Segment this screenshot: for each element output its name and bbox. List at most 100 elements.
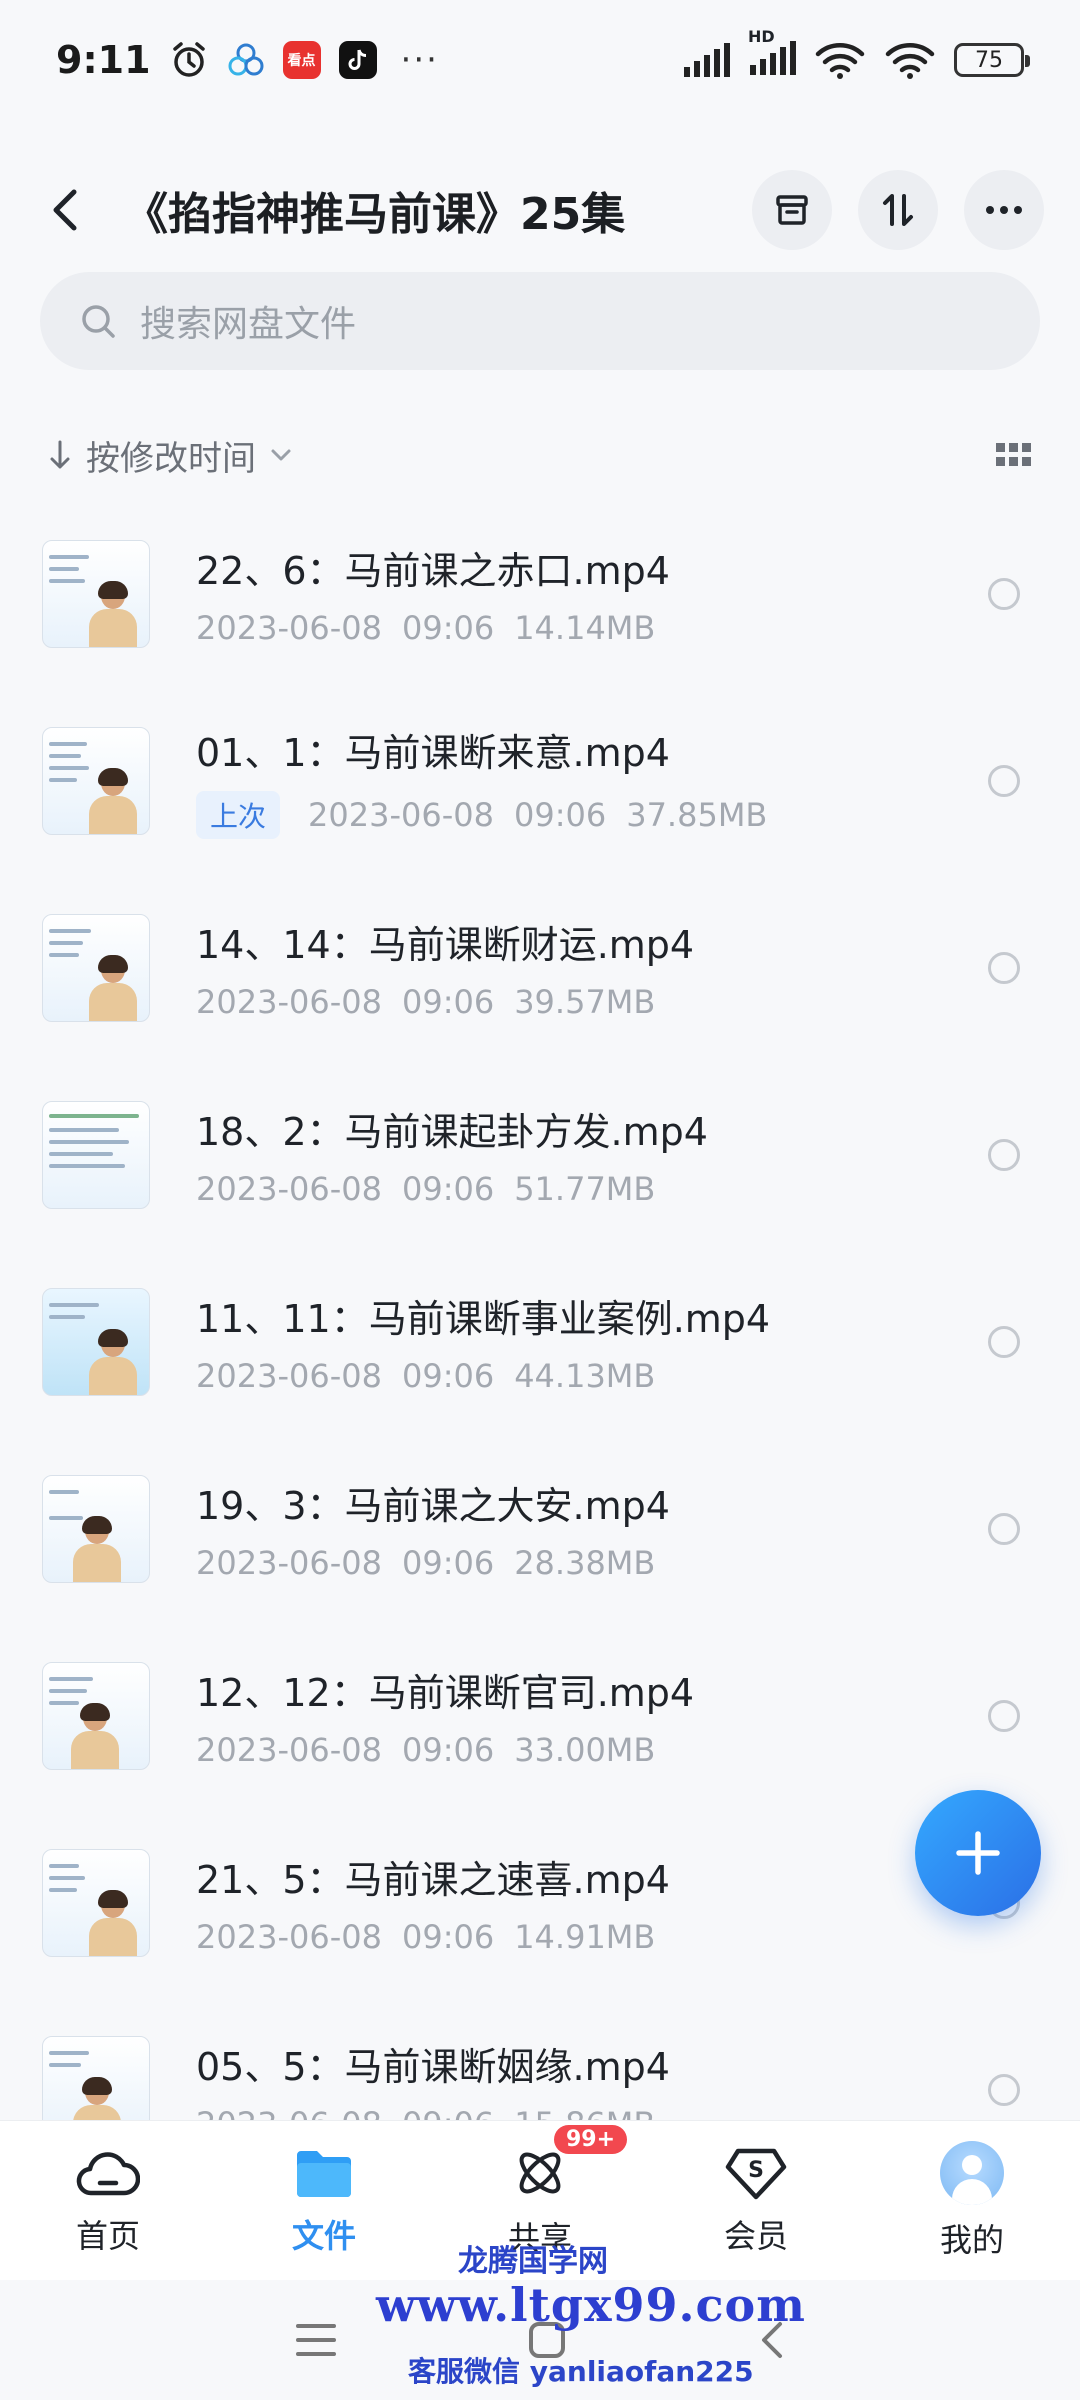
select-checkbox[interactable]: [988, 764, 1020, 797]
video-thumbnail: [42, 1100, 150, 1209]
file-date: 2023-06-08: [196, 1918, 382, 1956]
file-row[interactable]: 14、14：马前课断财运.mp4 2023-06-08 09:06 39.57M…: [0, 874, 1080, 1061]
archive-icon: [776, 195, 808, 225]
transfer-button[interactable]: [858, 170, 938, 250]
add-fab-button[interactable]: [915, 1790, 1041, 1916]
more-button[interactable]: [964, 170, 1044, 250]
watermark-contact: 客服微信 yanliaofan225: [408, 2355, 754, 2388]
select-checkbox[interactable]: [988, 1138, 1020, 1171]
nav-home-label: 首页: [75, 2216, 140, 2255]
chevron-left-icon: [53, 189, 77, 231]
file-row[interactable]: 12、12：马前课断官司.mp4 2023-06-08 09:06 33.00M…: [0, 1622, 1080, 1809]
transfer-icon: [883, 194, 913, 226]
nav-files-label: 文件: [291, 2216, 356, 2255]
file-time: 09:06: [401, 1918, 495, 1956]
tiktok-icon: [338, 41, 377, 79]
file-row[interactable]: 01、1：马前课断来意.mp4 上次 2023-06-08 09:06 37.8…: [0, 687, 1080, 874]
file-meta: 2023-06-08 09:06 28.38MB: [196, 1544, 670, 1582]
file-date: 2023-06-08: [196, 1544, 382, 1582]
news-app-icon: 看点: [282, 41, 321, 79]
file-meta: 2023-06-08 09:06 33.00MB: [196, 1731, 694, 1769]
file-size: 14.91MB: [514, 1918, 656, 1956]
file-time: 09:06: [401, 1544, 495, 1582]
alarm-icon: [172, 42, 205, 77]
archive-button[interactable]: [752, 170, 832, 250]
last-played-badge: 上次: [196, 791, 281, 839]
search-placeholder: 搜索网盘文件: [140, 304, 357, 345]
select-checkbox[interactable]: [988, 577, 1020, 610]
status-app-icons: 看点 ···: [169, 40, 439, 80]
file-size: 14.14MB: [514, 609, 656, 647]
video-thumbnail: [42, 1661, 150, 1770]
file-meta: 2023-06-08 09:06 39.57MB: [196, 983, 694, 1021]
video-thumbnail: [42, 2035, 150, 2120]
folder-icon: [297, 2150, 351, 2197]
battery-indicator: 75: [954, 43, 1030, 77]
nav-files[interactable]: 文件: [234, 2145, 414, 2257]
file-row[interactable]: 19、3：马前课之大安.mp4 2023-06-08 09:06 28.38MB: [0, 1435, 1080, 1622]
video-thumbnail: [42, 913, 150, 1022]
file-date: 2023-06-08: [196, 1170, 382, 1208]
file-row[interactable]: 18、2：马前课起卦方发.mp4 2023-06-08 09:06 51.77M…: [0, 1061, 1080, 1248]
select-checkbox[interactable]: [988, 951, 1020, 984]
file-date: 2023-06-08: [196, 983, 382, 1021]
file-date: 2023-06-08: [196, 1731, 382, 1769]
search-icon: [82, 305, 115, 338]
file-row[interactable]: 05、5：马前课断姻缘.mp4 2023-06-08 09:06 15.86MB: [0, 1996, 1080, 2120]
file-name: 05、5：马前课断姻缘.mp4: [196, 2045, 670, 2089]
grid-view-icon[interactable]: [996, 443, 1032, 467]
back-button[interactable]: [36, 180, 96, 240]
file-time: 09:06: [402, 2105, 494, 2120]
file-meta: 上次 2023-06-08 09:06 37.85MB: [196, 791, 767, 839]
file-size: 51.77MB: [514, 1170, 656, 1208]
file-time: 09:06: [401, 1170, 495, 1208]
avatar: [940, 2140, 1004, 2205]
video-thumbnail: [42, 1474, 150, 1583]
file-date: 2023-06-08: [308, 796, 494, 834]
select-checkbox[interactable]: [988, 2073, 1020, 2106]
network-label: HD: [748, 27, 775, 46]
file-meta: 2023-06-08 09:06 14.14MB: [196, 609, 670, 647]
file-time: 09:06: [401, 1357, 495, 1395]
status-time: 9:11: [56, 38, 151, 82]
file-row[interactable]: 22、6：马前课之赤口.mp4 2023-06-08 09:06 14.14MB: [0, 500, 1080, 687]
signal-icon-2: [750, 41, 796, 75]
file-name: 22、6：马前课之赤口.mp4: [196, 549, 670, 593]
file-meta: 2023-06-08 09:06 14.91MB: [196, 1918, 670, 1956]
file-name: 11、11：马前课断事业案例.mp4: [196, 1297, 771, 1341]
chevron-down-icon: [271, 449, 291, 461]
search-input[interactable]: 搜索网盘文件: [40, 272, 1040, 370]
video-thumbnail: [42, 1848, 150, 1957]
nav-me[interactable]: 我的: [882, 2140, 1062, 2261]
video-thumbnail: [42, 726, 150, 835]
nav-home[interactable]: 首页: [18, 2145, 198, 2257]
file-list: 22、6：马前课之赤口.mp4 2023-06-08 09:06 14.14MB…: [0, 500, 1080, 2120]
arrow-down-icon: [50, 440, 70, 469]
file-time: 09:06: [513, 796, 607, 834]
file-name: 12、12：马前课断官司.mp4: [196, 1671, 695, 1715]
plus-icon: [956, 1831, 1000, 1875]
file-time: 09:06: [401, 983, 495, 1021]
file-name: 01、1：马前课断来意.mp4: [196, 731, 670, 775]
status-bar: 9:11 看点 ··· HD 75: [0, 0, 1080, 120]
nav-vip[interactable]: S 会员: [666, 2145, 846, 2257]
select-checkbox[interactable]: [988, 1512, 1020, 1545]
status-more-dots: ···: [400, 40, 439, 80]
signal-icon: [684, 43, 730, 77]
file-meta: 2023-06-08 09:06 44.13MB: [196, 1357, 770, 1395]
select-checkbox[interactable]: [988, 1699, 1020, 1732]
more-horizontal-icon: [986, 206, 1022, 214]
file-date: 2023-06-08: [196, 2105, 382, 2120]
file-size: 28.38MB: [514, 1544, 656, 1582]
file-meta: 2023-06-08 09:06 15.86MB: [196, 2105, 670, 2120]
select-checkbox[interactable]: [988, 1325, 1020, 1358]
vip-diamond-icon: S: [725, 2148, 787, 2199]
video-thumbnail: [42, 539, 150, 648]
file-size: 37.85MB: [626, 796, 768, 834]
file-time: 09:06: [401, 1731, 495, 1769]
sort-dropdown[interactable]: 按修改时间: [86, 431, 256, 480]
menu-icon[interactable]: [294, 2322, 338, 2358]
cloud-home-icon: [76, 2151, 140, 2195]
file-size: 44.13MB: [514, 1357, 656, 1395]
file-row[interactable]: 11、11：马前课断事业案例.mp4 2023-06-08 09:06 44.1…: [0, 1248, 1080, 1435]
